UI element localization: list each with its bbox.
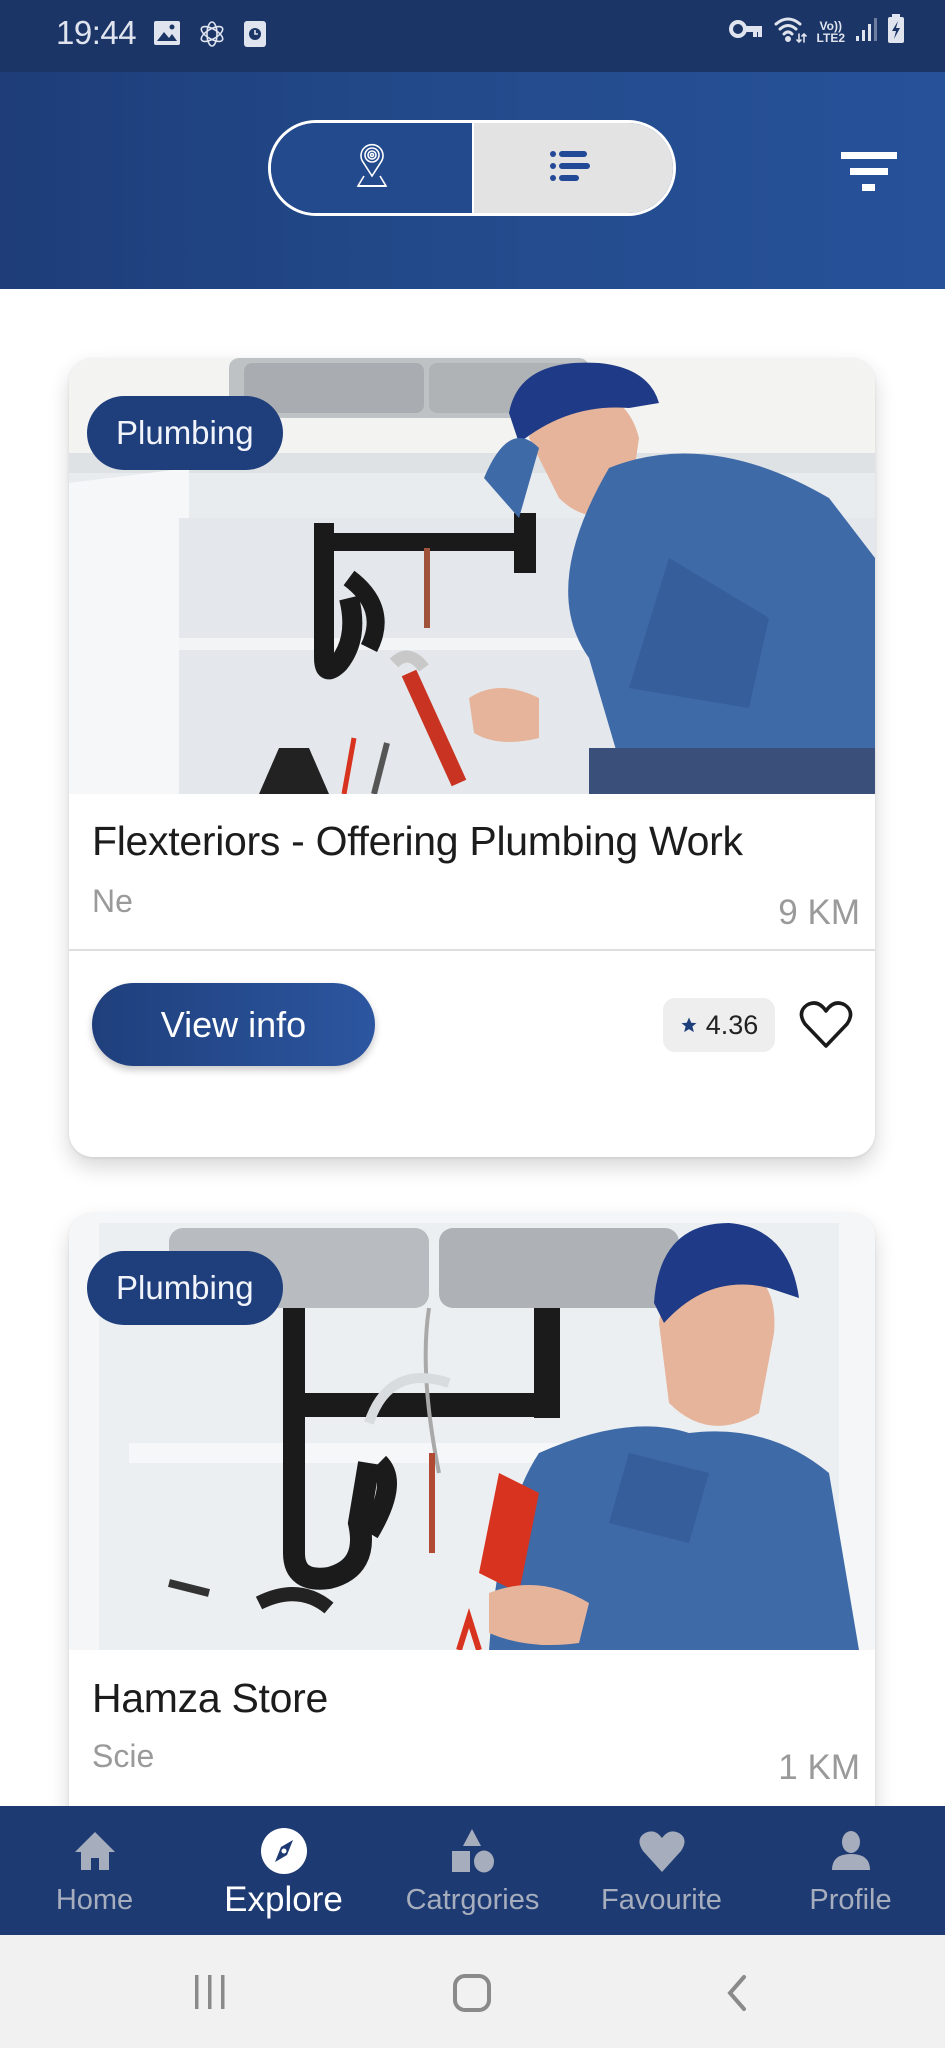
nav-label: Catrgories [405,1884,540,1916]
atom-icon [198,20,226,53]
listing-distance: 9 KM [778,893,860,932]
list-view-button[interactable] [474,123,673,213]
status-bar: 19:44 Vo)) LTE2 [0,0,945,72]
person-icon [826,1826,876,1876]
listing-title: Hamza Store [92,1675,328,1721]
gallery-icon [153,20,181,51]
heart-outline-icon [799,1001,853,1054]
star-icon [680,1010,698,1041]
view-toggle [268,120,676,216]
map-view-button[interactable] [271,123,474,213]
listing-card[interactable]: Plumbing Flexteriors - Offering Plumbing… [69,358,875,1157]
screen-recorder-icon [243,20,267,53]
nav-item-favourite[interactable]: Favourite [567,1806,756,1935]
nav-label: Home [55,1884,134,1916]
system-navigation-bar [0,1935,945,2048]
list-icon [549,146,599,191]
category-badge: Plumbing [87,396,283,470]
listing-subtitle: Ne [92,883,133,919]
filter-icon [839,152,899,200]
lte-icon: Vo)) LTE2 [817,20,845,44]
listing-title: Flexteriors - Offering Plumbing Work [92,818,743,864]
home-icon [70,1826,120,1876]
signal-icon [855,16,877,47]
favourite-button[interactable] [799,1000,853,1050]
heart-icon [637,1826,687,1876]
recent-apps-button[interactable] [192,1973,228,2016]
battery-charging-icon [887,14,905,49]
card-divider [69,949,875,951]
category-badge: Plumbing [87,1251,283,1325]
lte-line2: LTE2 [816,30,845,45]
view-info-label: View info [160,1003,307,1045]
status-time: 19:44 [56,14,137,51]
system-back-button[interactable] [722,1973,752,2018]
nav-item-home[interactable]: Home [0,1806,189,1935]
nav-item-profile[interactable]: Profile [756,1806,945,1935]
compass-icon [259,1826,309,1876]
wifi-icon [773,14,807,49]
categories-shapes-icon [448,1826,498,1876]
listing-subtitle: Scie [92,1738,155,1774]
nav-label: Profile [809,1884,892,1916]
bottom-nav: Home Explore Catrgories Favourite Profil… [0,1806,945,1935]
header [0,72,945,289]
listing-distance: 1 KM [778,1748,860,1787]
system-home-button[interactable] [452,1973,492,2018]
nav-item-categories[interactable]: Catrgories [378,1806,567,1935]
lte-line1: Vo)) [819,18,842,33]
nav-label: Favourite [601,1884,722,1916]
home-square-icon [452,1974,492,2017]
listing-photo: Plumbing [69,358,875,794]
view-info-button[interactable]: View info [92,983,375,1066]
map-pin-icon [346,140,398,197]
vpn-key-icon [728,19,763,44]
nav-label: Explore [224,1880,343,1919]
rating-badge: 4.36 [663,998,775,1052]
nav-item-explore[interactable]: Explore [189,1806,378,1935]
rating-value: 4.36 [705,1009,759,1040]
back-chevron-icon [722,1975,752,2017]
recent-apps-icon [192,1975,228,2015]
filter-button[interactable] [839,150,899,196]
listing-photo: Plumbing [69,1213,875,1650]
listing-card[interactable]: Plumbing Hamza Store Scie 1 KM [69,1213,875,1833]
